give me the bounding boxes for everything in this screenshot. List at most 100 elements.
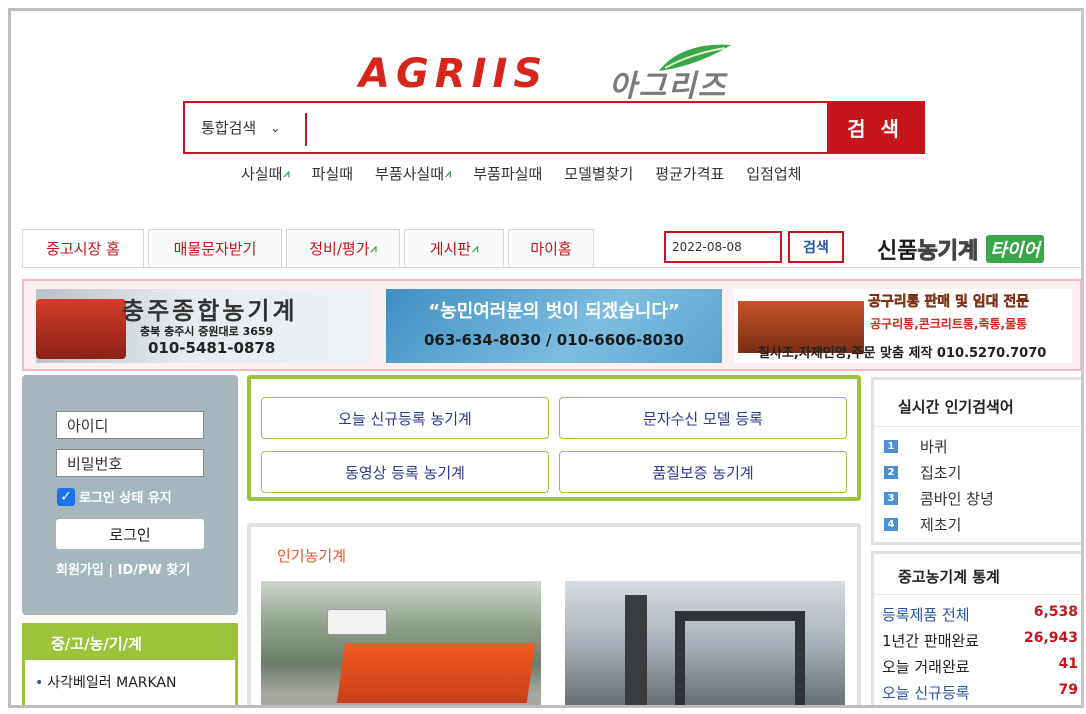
stats-label: 오늘 신규등록	[882, 684, 970, 702]
banner-slogan[interactable]: “농민여러분의 벗이 되겠습니다” 063-634-8030 / 010-660…	[386, 289, 722, 363]
checkmark-icon: ✓	[57, 487, 75, 506]
today-new-button[interactable]: 오늘 신규등록 농기계	[261, 397, 549, 439]
stats-row[interactable]: 오늘 신규등록 79	[882, 682, 1078, 703]
popular-header: 인기농기계	[277, 547, 347, 565]
banner-phone: 010-5481-0878	[148, 339, 276, 357]
quick-menu-box: 오늘 신규등록 농기계 문자수신 모델 등록 동영상 등록 농기계 품질보증 농…	[247, 375, 861, 501]
banner-title: 충주종합농기계	[122, 297, 298, 325]
rss-icon: ⩘	[472, 241, 479, 255]
quick-link-label: 부품사실때	[375, 165, 445, 183]
forklift-cage-shape	[675, 611, 805, 705]
quick-link-label: 입점업체	[746, 165, 802, 183]
truck-shape	[327, 609, 387, 635]
banner-phone: 063-634-8030 / 010-6606-8030	[423, 331, 684, 349]
used-machine-stats: 중고농기계 통계 등록제품 전체 6,538 1년간 판매완료 26,943 오늘 …	[871, 551, 1081, 705]
trending-item[interactable]: 2 집초기	[884, 462, 961, 483]
main-tabs: 중고시장 홈 매물문자받기 정비/평가 ⩘ 게시판 ⩘ 마이홈	[22, 229, 598, 267]
login-panel: 아이디 비밀번호 ✓ 로그인 상태 유지 로그인 회원가입 | ID/PW 찾기	[22, 375, 238, 615]
divider	[874, 594, 1081, 595]
used-list-header: 중/고/농/기/계	[25, 626, 235, 660]
banner-container-rental[interactable]: 공구리통 판매 및 임대 전문 공구리통,콘크리트통,죽통,물통 칠사조,자제인…	[734, 289, 1072, 363]
search-button[interactable]: 검 색	[827, 103, 923, 152]
quick-link-price-table[interactable]: 평균가격표	[655, 163, 724, 184]
list-item[interactable]: • 사각베일러 MARKAN	[25, 660, 235, 692]
trending-term: 제초기	[920, 516, 962, 534]
tab-sms-alerts[interactable]: 매물문자받기	[148, 229, 282, 267]
new-machine-link[interactable]: 신품농기계 타이어	[877, 233, 1044, 265]
tab-board[interactable]: 게시판 ⩘	[404, 229, 504, 267]
tractor-image	[36, 299, 126, 359]
search-scope-select[interactable]: 통합검색 ⌄	[185, 103, 305, 152]
ad-banner-strip: 충주종합농기계 충북 충주시 중원대로 3659 010-5481-0878 “…	[22, 279, 1081, 371]
trending-item[interactable]: 4 제초기	[884, 514, 961, 535]
trending-searches: 실시간 인기검색어 1 바퀴 2 집초기 3 콤바인 창녕 4 제초기	[871, 377, 1081, 545]
logo-letters: AGRIIS	[359, 51, 549, 97]
stats-label: 1년간 판매완료	[882, 632, 980, 650]
trending-item[interactable]: 3 콤바인 창녕	[884, 488, 994, 509]
trending-term: 바퀴	[920, 438, 948, 456]
stats-value: 79	[1058, 682, 1078, 698]
quick-link-parts-sell[interactable]: 부품파실때	[473, 163, 542, 184]
list-item-label: 사각베일러 MARKAN	[47, 675, 177, 691]
id-input[interactable]: 아이디	[56, 411, 204, 439]
banner-title: 공구리통 판매 및 임대 전문	[868, 294, 1030, 311]
tab-label: 마이홈	[530, 240, 572, 258]
rank-badge: 3	[884, 492, 898, 505]
quick-link-label: 모델별찾기	[564, 165, 634, 183]
banner-subtitle: 공구리통,콘크리트통,죽통,물통	[870, 317, 1028, 331]
machine-photo-trailer[interactable]	[261, 581, 541, 705]
password-input[interactable]: 비밀번호	[56, 449, 204, 477]
quick-link-parts-buy[interactable]: 부품사실때 ⩘	[375, 163, 451, 184]
quick-link-sell[interactable]: 파실때	[312, 163, 353, 184]
logo-korean: 아그리즈	[609, 69, 728, 104]
quick-link-model-search[interactable]: 모델별찾기	[564, 163, 633, 184]
search-input[interactable]	[305, 113, 827, 146]
tab-label: 정비/평가	[309, 240, 370, 258]
keep-login-checkbox[interactable]: ✓ 로그인 상태 유지	[57, 487, 172, 506]
browser-frame: AGRIIS 아그리즈 통합검색 ⌄ 검 색 사실때 ⩘ 파실때 부품사실때 ⩘ 부…	[8, 8, 1084, 708]
tab-label: 매물문자받기	[173, 240, 257, 258]
quick-link-label: 부품파실때	[473, 165, 543, 183]
tab-my-home[interactable]: 마이홈	[508, 229, 594, 267]
login-button[interactable]: 로그인	[56, 519, 204, 549]
rank-badge: 2	[884, 466, 898, 479]
video-machines-button[interactable]: 동영상 등록 농기계	[261, 451, 549, 493]
search-scope-label: 통합검색	[201, 119, 257, 137]
tab-label: 중고시장 홈	[46, 240, 120, 258]
quick-link-label: 파실때	[311, 165, 354, 183]
tab-repair-review[interactable]: 정비/평가 ⩘	[286, 229, 400, 267]
quick-link-vendors[interactable]: 입점업체	[746, 163, 801, 184]
join-links[interactable]: 회원가입 | ID/PW 찾기	[56, 559, 190, 578]
machine-photo-forklift[interactable]	[565, 581, 845, 705]
tab-divider	[22, 267, 1081, 268]
forklift-mast-shape	[625, 595, 647, 705]
banner-chungju[interactable]: 충주종합농기계 충북 충주시 중원대로 3659 010-5481-0878	[36, 289, 372, 363]
trending-term: 집초기	[920, 464, 962, 482]
stats-header: 중고농기계 통계	[898, 568, 1000, 586]
trending-item[interactable]: 1 바퀴	[884, 436, 948, 457]
search-bar: 통합검색 ⌄ 검 색	[183, 101, 925, 154]
keep-login-label: 로그인 상태 유지	[79, 491, 172, 506]
stats-value: 26,943	[1023, 630, 1078, 646]
tab-market-home[interactable]: 중고시장 홈	[22, 229, 144, 267]
stats-label: 등록제품 전체	[882, 606, 970, 624]
stats-value: 6,538	[1033, 604, 1078, 620]
trending-header: 실시간 인기검색어	[898, 398, 1014, 416]
banner-address: 충북 충주시 중원대로 3659	[140, 325, 274, 338]
stats-value: 41	[1058, 656, 1078, 672]
tire-link[interactable]: 타이어	[986, 235, 1044, 263]
sms-model-register-button[interactable]: 문자수신 모델 등록	[559, 397, 847, 439]
site-logo[interactable]: AGRIIS 아그리즈	[359, 41, 779, 104]
stats-label: 오늘 거래완료	[882, 658, 970, 676]
date-search-button[interactable]: 검색	[788, 231, 844, 263]
rss-icon: ⩘	[283, 166, 290, 180]
quick-link-buy[interactable]: 사실때 ⩘	[241, 163, 290, 184]
stats-row: 1년간 판매완료 26,943	[882, 630, 1078, 651]
used-machine-list: 중/고/농/기/계 • 사각베일러 MARKAN	[22, 623, 238, 705]
quality-guarantee-button[interactable]: 품질보증 농기계	[559, 451, 847, 493]
date-input[interactable]: 2022-08-08	[664, 231, 782, 263]
divider	[874, 426, 1081, 427]
banner-footer: 칠사조,자제인양,주문 맞춤 제작 010.5270.7070	[758, 346, 1047, 361]
tab-label: 게시판	[429, 240, 472, 258]
stats-row[interactable]: 등록제품 전체 6,538	[882, 604, 1078, 625]
